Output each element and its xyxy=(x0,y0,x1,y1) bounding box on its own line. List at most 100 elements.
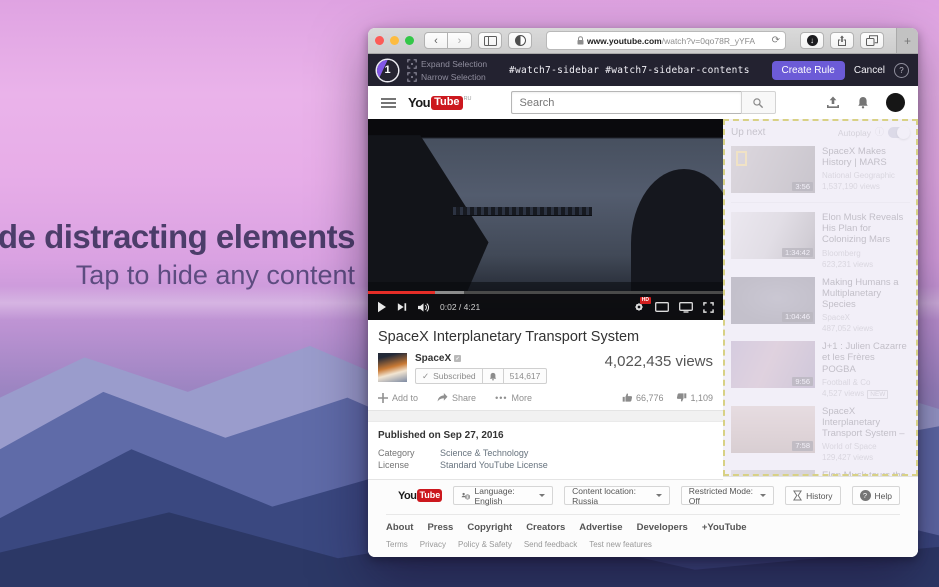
footer-link[interactable]: Press xyxy=(427,522,453,533)
miniplayer-button[interactable] xyxy=(655,302,669,312)
license-value[interactable]: Standard YouTube License xyxy=(440,460,548,470)
channel-name[interactable]: SpaceX xyxy=(415,353,451,364)
footer-links: About Press Copyright Creators Advertise… xyxy=(386,522,900,533)
view-count: 4,022,435 views xyxy=(605,353,713,370)
dislike-button[interactable]: 1,109 xyxy=(676,392,713,403)
lock-icon xyxy=(577,36,584,45)
search-input[interactable] xyxy=(511,91,741,114)
time-display: 0:02 / 4:21 xyxy=(440,302,480,312)
expand-selection-label: Expand Selection xyxy=(421,59,487,69)
add-to-label: Add to xyxy=(392,393,418,403)
video-title: SpaceX Interplanetary Transport System xyxy=(378,329,713,345)
narrow-selection-button[interactable]: Narrow Selection xyxy=(407,72,487,82)
footer-help-button[interactable]: ? Help xyxy=(852,486,900,505)
caret-down-icon xyxy=(760,494,766,497)
language-globe-icon xyxy=(461,491,470,501)
bell-icon xyxy=(857,96,869,109)
footer-sublink[interactable]: Test new features xyxy=(589,540,652,549)
subscriber-count: 514,617 xyxy=(504,368,548,384)
footer-youtube-logo[interactable]: You Tube xyxy=(398,489,442,503)
share-video-button[interactable]: Share xyxy=(437,393,476,403)
tabs-button[interactable] xyxy=(860,32,884,49)
share-button[interactable] xyxy=(830,32,854,49)
help-button[interactable]: ? xyxy=(894,63,909,78)
footer-sublink[interactable]: Policy & Safety xyxy=(458,540,512,549)
history-button[interactable]: History xyxy=(785,486,840,505)
footer-logo-you: You xyxy=(398,489,416,503)
next-button[interactable] xyxy=(397,302,407,312)
category-label: Category xyxy=(378,448,440,458)
shield-toggle-button[interactable] xyxy=(508,32,532,49)
footer-link[interactable]: Copyright xyxy=(467,522,512,533)
category-value[interactable]: Science & Technology xyxy=(440,448,528,458)
language-picker[interactable]: Language: English xyxy=(453,486,553,505)
minimize-window-button[interactable] xyxy=(390,36,399,45)
reload-icon[interactable]: ⟳ xyxy=(772,36,780,46)
theater-mode-button[interactable] xyxy=(679,302,693,313)
check-icon: ✓ xyxy=(422,371,429,382)
create-rule-button[interactable]: Create Rule xyxy=(772,61,845,80)
like-button[interactable]: 66,776 xyxy=(622,392,664,403)
restricted-mode-picker[interactable]: Restricted Mode: Off xyxy=(681,486,774,505)
extension-button[interactable]: ↓ xyxy=(800,32,824,49)
promo-headline: Hide distracting elements xyxy=(0,220,355,253)
fullscreen-button[interactable] xyxy=(703,302,714,313)
progress-bar[interactable] xyxy=(368,291,723,294)
youtube-header: You Tube RU xyxy=(368,86,918,119)
subscription-bell-button[interactable] xyxy=(483,368,504,384)
video-player[interactable]: 0:02 / 4:21 HD xyxy=(368,119,723,320)
settings-button[interactable]: HD xyxy=(633,301,645,313)
footer-link[interactable]: Advertise xyxy=(579,522,622,533)
footer-sublink[interactable]: Terms xyxy=(386,540,408,549)
selection-overlay[interactable] xyxy=(723,119,918,476)
sidebar-toggle-button[interactable] xyxy=(478,32,502,49)
cancel-button[interactable]: Cancel xyxy=(854,65,885,76)
search-button[interactable] xyxy=(741,91,776,114)
url-field[interactable]: www.youtube.com/watch?v=0qo78R_yYFA ⟳ xyxy=(546,31,786,50)
footer-link[interactable]: Developers xyxy=(637,522,688,533)
watch-sidebar: Up next Autoplay ⓘ 3:56 SpaceX Makes His… xyxy=(723,119,918,476)
contrast-toggle-icon xyxy=(515,35,526,46)
new-tab-button[interactable]: + xyxy=(896,28,918,53)
channel-row: SpaceX ✓ ✓ Subscribed 514,617 xyxy=(378,353,713,384)
extension-icon: ↓ xyxy=(807,35,818,46)
browser-titlebar: ‹ › www.youtube.com/watch?v=0qo78R_yYFA … xyxy=(368,28,918,54)
forward-button[interactable]: › xyxy=(448,32,472,49)
more-label: More xyxy=(512,393,533,403)
channel-thumbnail[interactable] xyxy=(378,353,407,382)
more-button[interactable]: ••• More xyxy=(495,393,532,403)
footer-link[interactable]: +YouTube xyxy=(702,522,747,533)
progress-played xyxy=(368,291,435,294)
upload-button[interactable] xyxy=(826,96,840,109)
volume-button[interactable] xyxy=(417,302,430,313)
menu-button[interactable] xyxy=(381,98,396,108)
play-icon xyxy=(377,301,387,313)
footer-link[interactable]: Creators xyxy=(526,522,565,533)
youtube-logo[interactable]: You Tube RU xyxy=(408,96,472,110)
content-location-picker[interactable]: Content location: Russia xyxy=(564,486,670,505)
css-selector-text: #watch7-sidebar #watch7-sidebar-contents xyxy=(496,65,762,76)
caret-down-icon xyxy=(539,494,545,497)
expand-selection-button[interactable]: Expand Selection xyxy=(407,59,487,69)
zoom-window-button[interactable] xyxy=(405,36,414,45)
footer-sublink[interactable]: Privacy xyxy=(420,540,446,549)
volume-icon xyxy=(417,302,430,313)
next-icon xyxy=(397,302,407,312)
play-button[interactable] xyxy=(377,301,387,313)
history-hourglass-icon xyxy=(793,490,802,501)
footer-sublink[interactable]: Send feedback xyxy=(524,540,577,549)
url-domain: www.youtube.com xyxy=(587,36,662,46)
notifications-button[interactable] xyxy=(857,96,869,109)
restricted-label: Restricted Mode: Off xyxy=(689,486,754,506)
close-window-button[interactable] xyxy=(375,36,384,45)
footer-logo-tube: Tube xyxy=(417,489,442,502)
back-button[interactable]: ‹ xyxy=(424,32,448,49)
action-bar: Add to Share ••• More 66,776 xyxy=(378,384,713,410)
subscribed-button[interactable]: ✓ Subscribed xyxy=(415,368,483,384)
account-avatar[interactable] xyxy=(886,93,905,112)
promo-text: Hide distracting elements Tap to hide an… xyxy=(0,220,355,289)
add-to-button[interactable]: Add to xyxy=(378,393,418,403)
share-arrow-icon xyxy=(437,393,448,402)
footer-link[interactable]: About xyxy=(386,522,413,533)
section-gap xyxy=(368,411,723,421)
